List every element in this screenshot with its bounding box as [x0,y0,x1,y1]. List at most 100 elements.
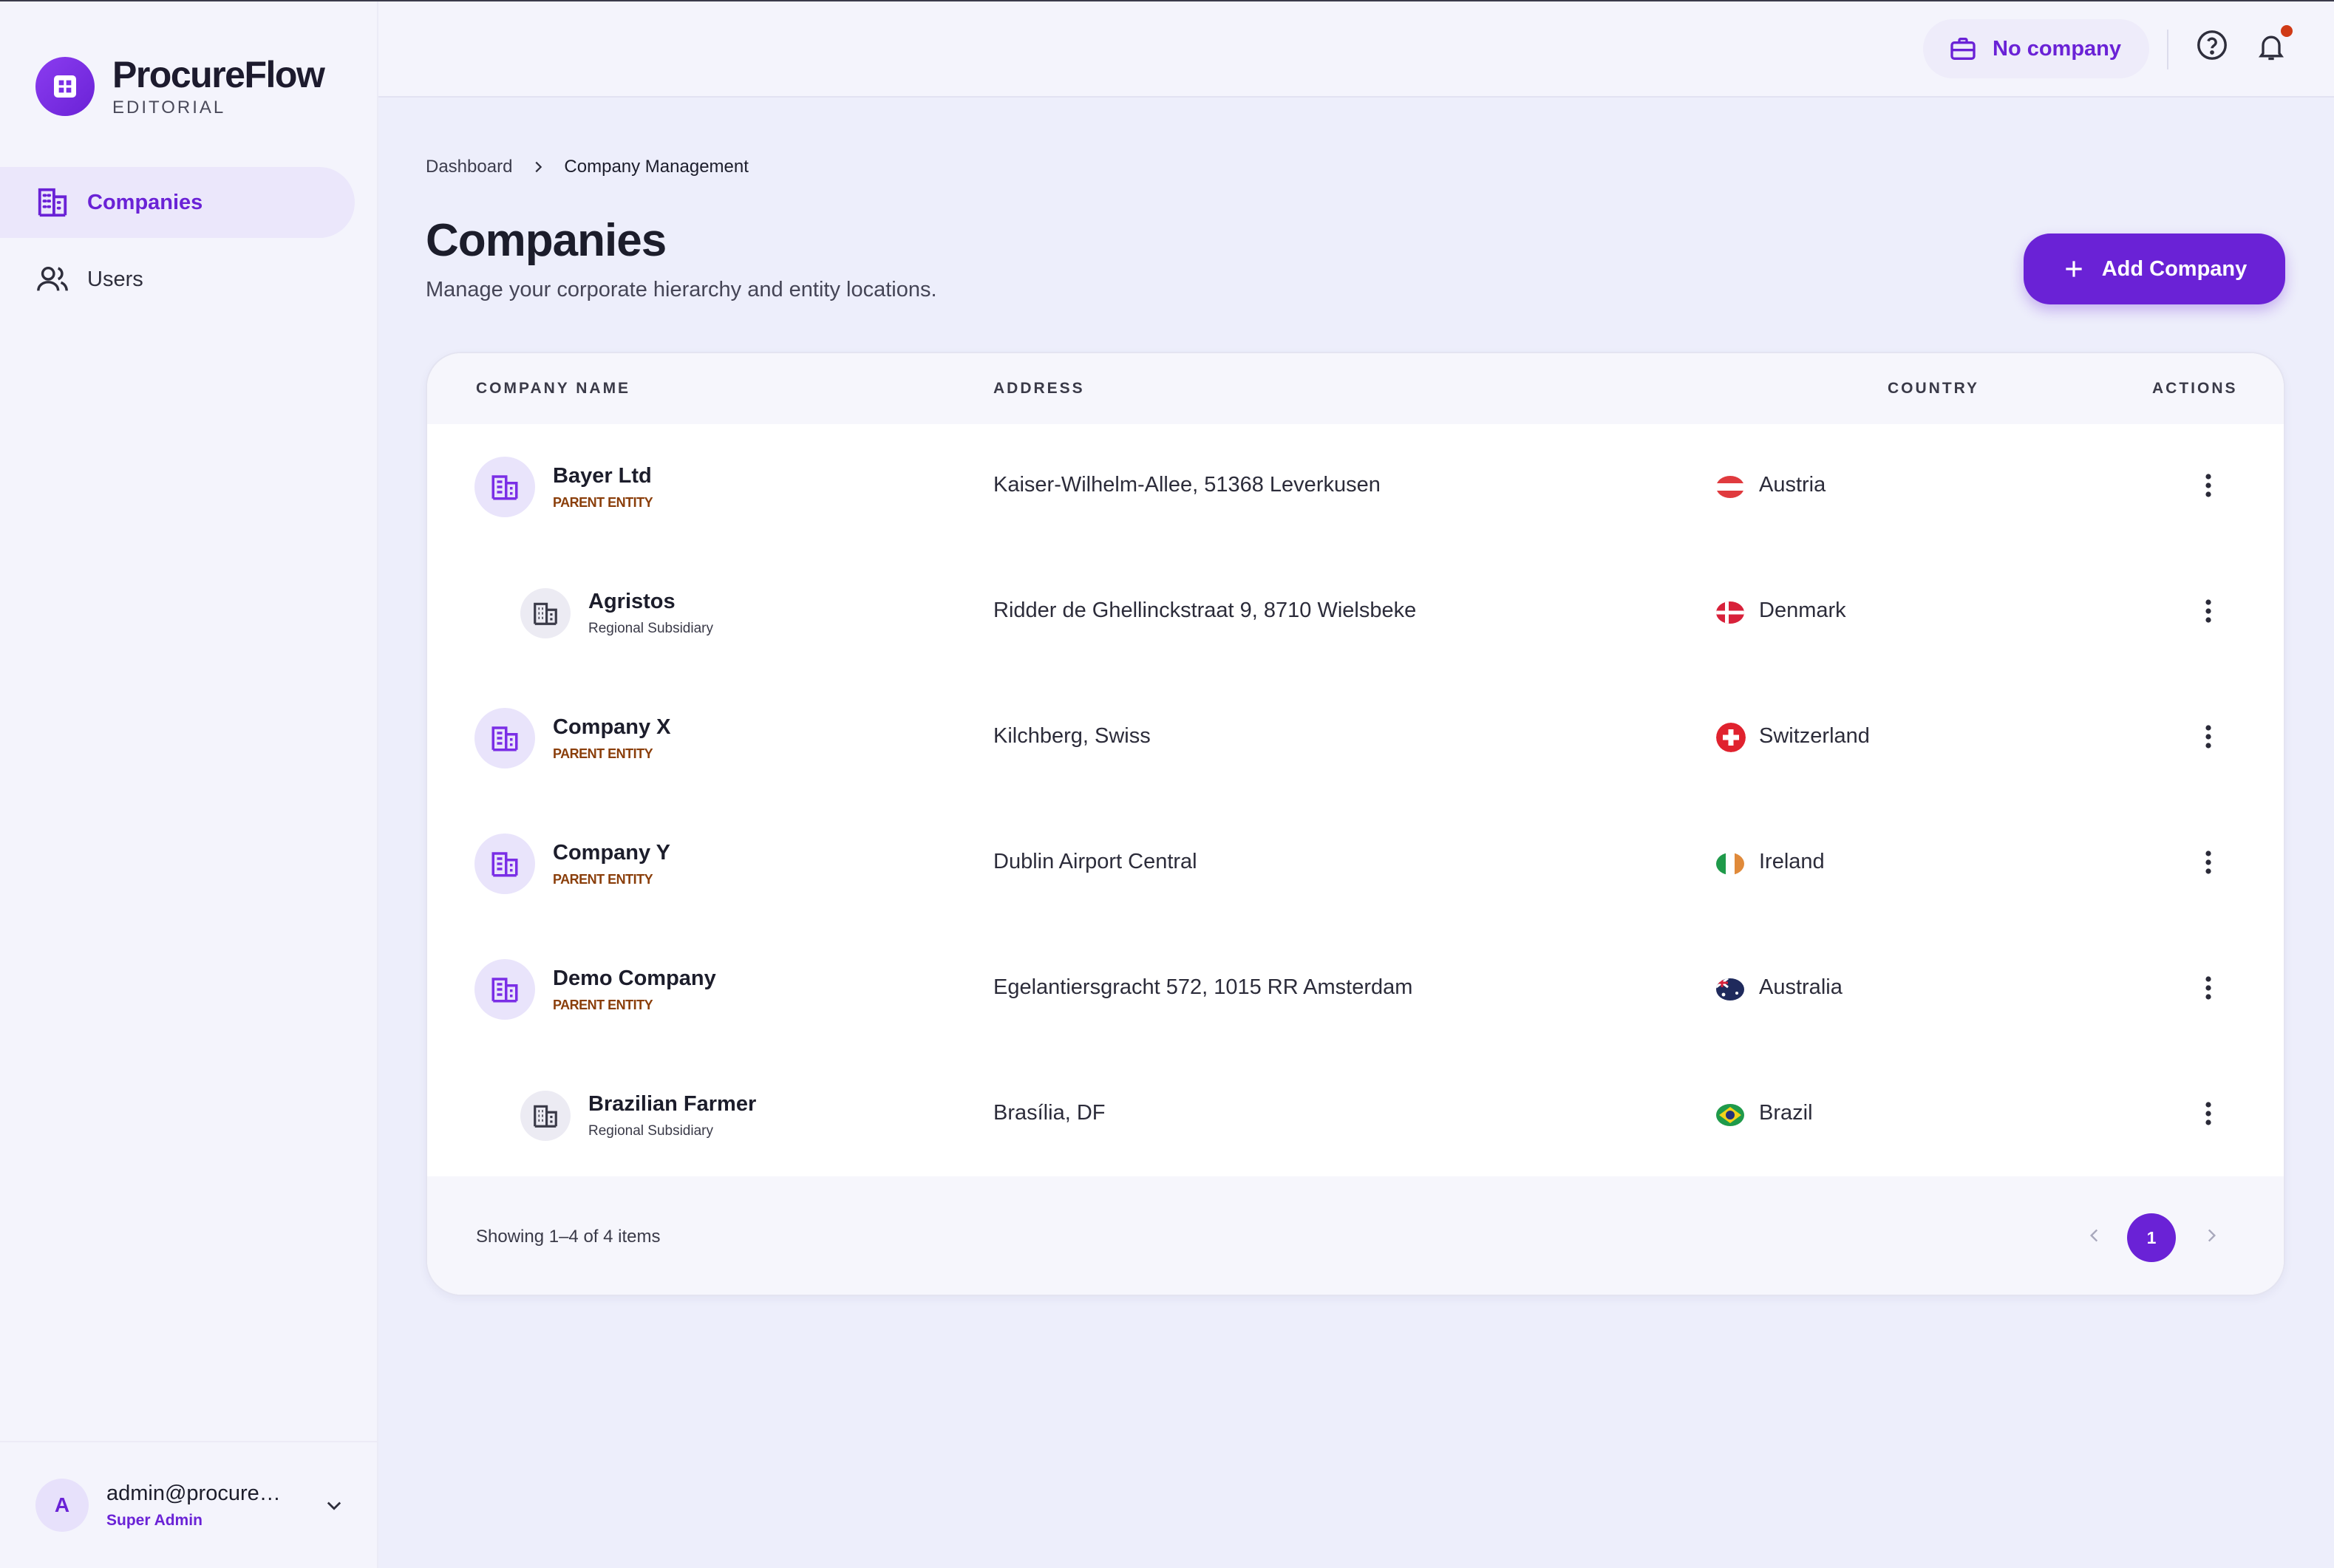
avatar: A [35,1479,89,1532]
pagination-page-1[interactable]: 1 [2127,1213,2176,1262]
company-name[interactable]: Company Y [553,841,670,865]
company-building-icon [474,834,535,894]
table-footer: Showing 1–4 of 4 items 1 [427,1176,2284,1295]
company-type-tag: PARENT ENTITY [553,872,653,887]
company-address: Dublin Airport Central [993,850,1197,873]
company-address: Kaiser-Wilhelm-Allee, 51368 Leverkusen [993,473,1381,497]
sidebar-item-users[interactable]: Users [0,244,355,315]
company-name[interactable]: Agristos [588,590,676,614]
company-type-tag: PARENT ENTITY [553,746,653,761]
breadcrumb-dashboard[interactable]: Dashboard [426,157,512,177]
flag-brazil-icon [1716,1104,1744,1126]
company-address: Egelantiersgracht 572, 1015 RR Amsterdam [993,975,1413,999]
company-name[interactable]: Bayer Ltd [553,464,652,488]
help-button[interactable] [2194,27,2231,64]
pagination-summary: Showing 1–4 of 4 items [476,1227,661,1247]
user-role: Super Admin [106,1511,203,1529]
company-address: Ridder de Ghellinckstraat 9, 8710 Wielsb… [993,599,1417,622]
building-icon [35,185,69,219]
more-vertical-icon [2205,474,2211,497]
more-vertical-icon [2205,1102,2211,1125]
breadcrumb-current: Company Management [564,157,749,177]
row-actions-button[interactable] [2192,969,2225,1006]
flag-ireland-icon [1716,853,1744,875]
company-type-tag: Regional Subsidiary [588,1123,713,1139]
company-type-tag: Regional Subsidiary [588,621,713,636]
sidebar: ProcureFlow EDITORIAL Companies Users A … [0,1,378,1568]
sidebar-nav: Companies Users [0,167,355,321]
column-header-country[interactable]: COUNTRY [1888,380,1979,398]
row-actions-button[interactable] [2192,1095,2225,1132]
briefcase-icon [1948,34,1978,64]
brand-name: ProcureFlow [112,54,325,95]
brand-subtitle: EDITORIAL [112,98,226,117]
company-country: Austria [1759,473,1826,497]
add-company-label: Add Company [2101,256,2248,281]
sidebar-item-companies[interactable]: Companies [0,167,355,238]
company-country: Denmark [1759,599,1846,622]
topbar-divider [2167,30,2168,69]
company-building-icon [474,708,535,768]
table-header: COMPANY NAME ADDRESS COUNTRY ACTIONS [427,353,2284,424]
companies-table: COMPANY NAME ADDRESS COUNTRY ACTIONS Bay… [426,352,2285,1296]
row-actions-button[interactable] [2192,844,2225,881]
column-header-actions: ACTIONS [2152,380,2238,397]
company-country: Switzerland [1759,724,1870,748]
chevron-down-icon[interactable] [321,1492,347,1518]
company-country: Ireland [1759,850,1825,873]
user-menu[interactable]: A admin@procure… Super Admin [0,1441,377,1568]
top-bar: No company [378,1,2334,98]
company-name[interactable]: Demo Company [553,967,716,991]
company-type-tag: PARENT ENTITY [553,998,653,1012]
sidebar-item-label: Users [87,267,143,291]
company-building-icon [520,1091,571,1141]
table-row[interactable]: Brazilian Farmer Regional Subsidiary Bra… [427,1052,2284,1178]
plus-icon [2062,257,2086,281]
row-actions-button[interactable] [2192,593,2225,630]
table-row[interactable]: Agristos Regional Subsidiary Ridder de G… [427,550,2284,675]
company-building-icon [520,588,571,638]
more-vertical-icon [2205,851,2211,874]
pagination-prev-button[interactable] [2077,1218,2112,1253]
flag-austria-icon [1716,476,1744,498]
add-company-button[interactable]: Add Company [2024,234,2285,304]
help-icon [2197,30,2227,60]
more-vertical-icon [2205,725,2211,749]
table-row[interactable]: Bayer Ltd PARENT ENTITY Kaiser-Wilhelm-A… [427,424,2284,550]
chevron-left-icon [2089,1229,2098,1242]
company-name[interactable]: Brazilian Farmer [588,1092,756,1117]
flag-denmark-icon [1716,601,1744,624]
column-header-address[interactable]: ADDRESS [993,380,1085,398]
company-building-icon [474,457,535,517]
brand[interactable]: ProcureFlow EDITORIAL [35,54,325,118]
users-icon [35,262,69,296]
notification-badge [2281,25,2293,37]
sidebar-item-label: Companies [87,190,203,214]
company-building-icon [474,959,535,1020]
company-name[interactable]: Company X [553,715,671,740]
company-type-tag: PARENT ENTITY [553,495,653,510]
breadcrumb: Dashboard Company Management [426,157,749,177]
brand-logo-icon [35,57,95,116]
row-actions-button[interactable] [2192,718,2225,755]
company-country: Australia [1759,975,1843,999]
chevron-right-icon [530,159,546,175]
table-row[interactable]: Demo Company PARENT ENTITY Egelantiersgr… [427,927,2284,1052]
table-row[interactable]: Company Y PARENT ENTITY Dublin Airport C… [427,801,2284,927]
company-selector[interactable]: No company [1923,19,2149,78]
company-address: Kilchberg, Swiss [993,724,1151,748]
column-header-company-name[interactable]: COMPANY NAME [476,380,630,398]
user-email: admin@procure… [106,1481,281,1505]
company-country: Brazil [1759,1101,1813,1125]
flag-australia-icon [1716,978,1744,1001]
flag-switzerland-icon [1716,723,1746,752]
pagination-next-button[interactable] [2194,1218,2229,1253]
more-vertical-icon [2205,599,2211,623]
page-title: Companies [426,215,667,266]
more-vertical-icon [2205,976,2211,1000]
page-subtitle: Manage your corporate hierarchy and enti… [426,278,937,301]
chevron-right-icon [2208,1229,2216,1242]
table-row[interactable]: Company X PARENT ENTITY Kilchberg, Swiss… [427,675,2284,801]
row-actions-button[interactable] [2192,467,2225,504]
company-address: Brasília, DF [993,1101,1106,1125]
